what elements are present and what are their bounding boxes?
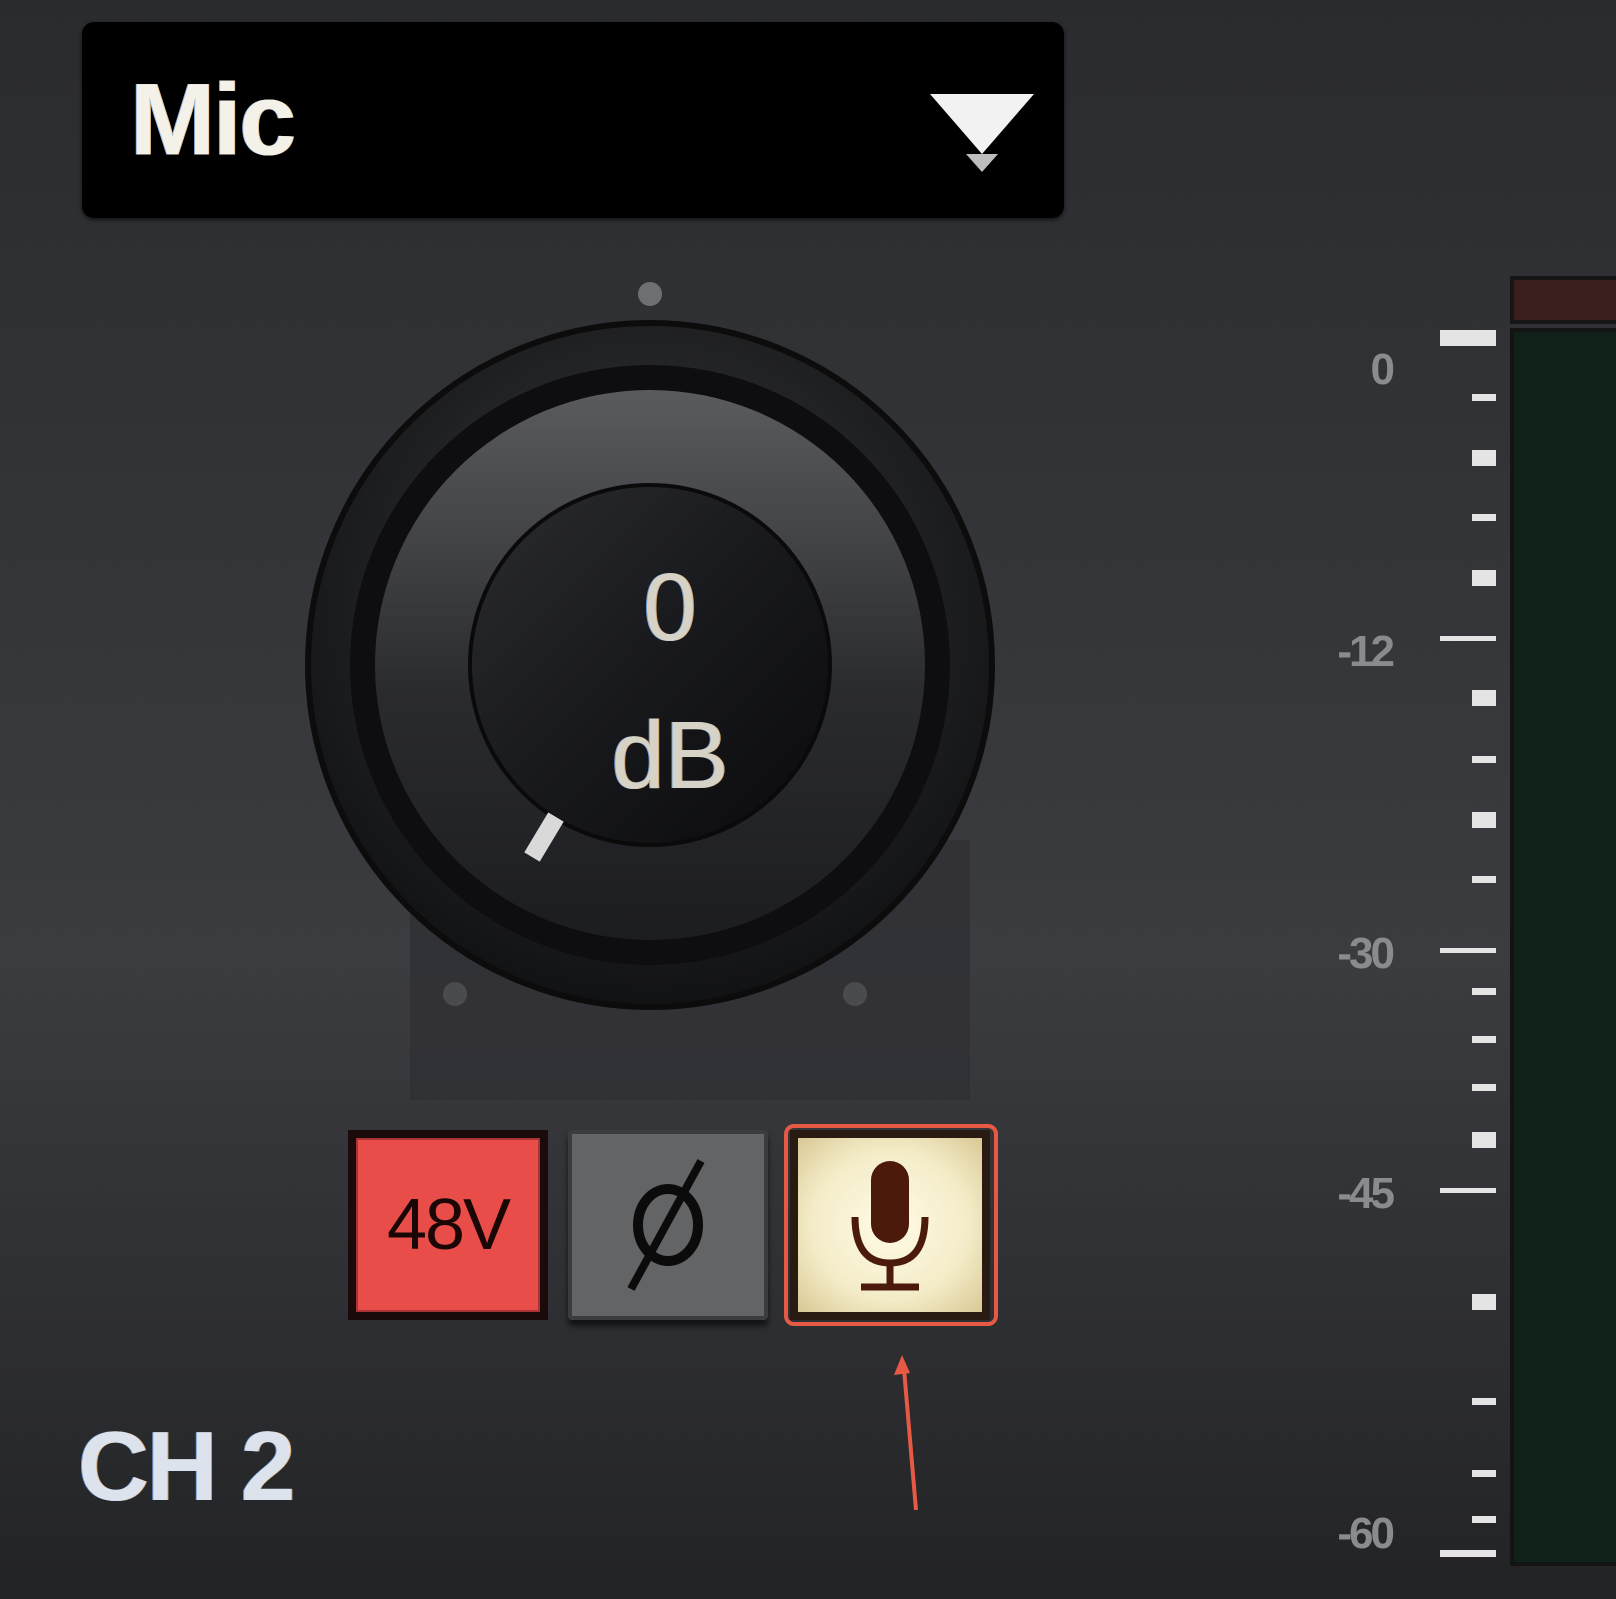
meter-scale-ticks bbox=[1440, 330, 1496, 1557]
meter-bar bbox=[1510, 328, 1616, 1566]
level-meter bbox=[1510, 270, 1616, 1566]
meter-clip-indicator bbox=[1510, 276, 1616, 324]
